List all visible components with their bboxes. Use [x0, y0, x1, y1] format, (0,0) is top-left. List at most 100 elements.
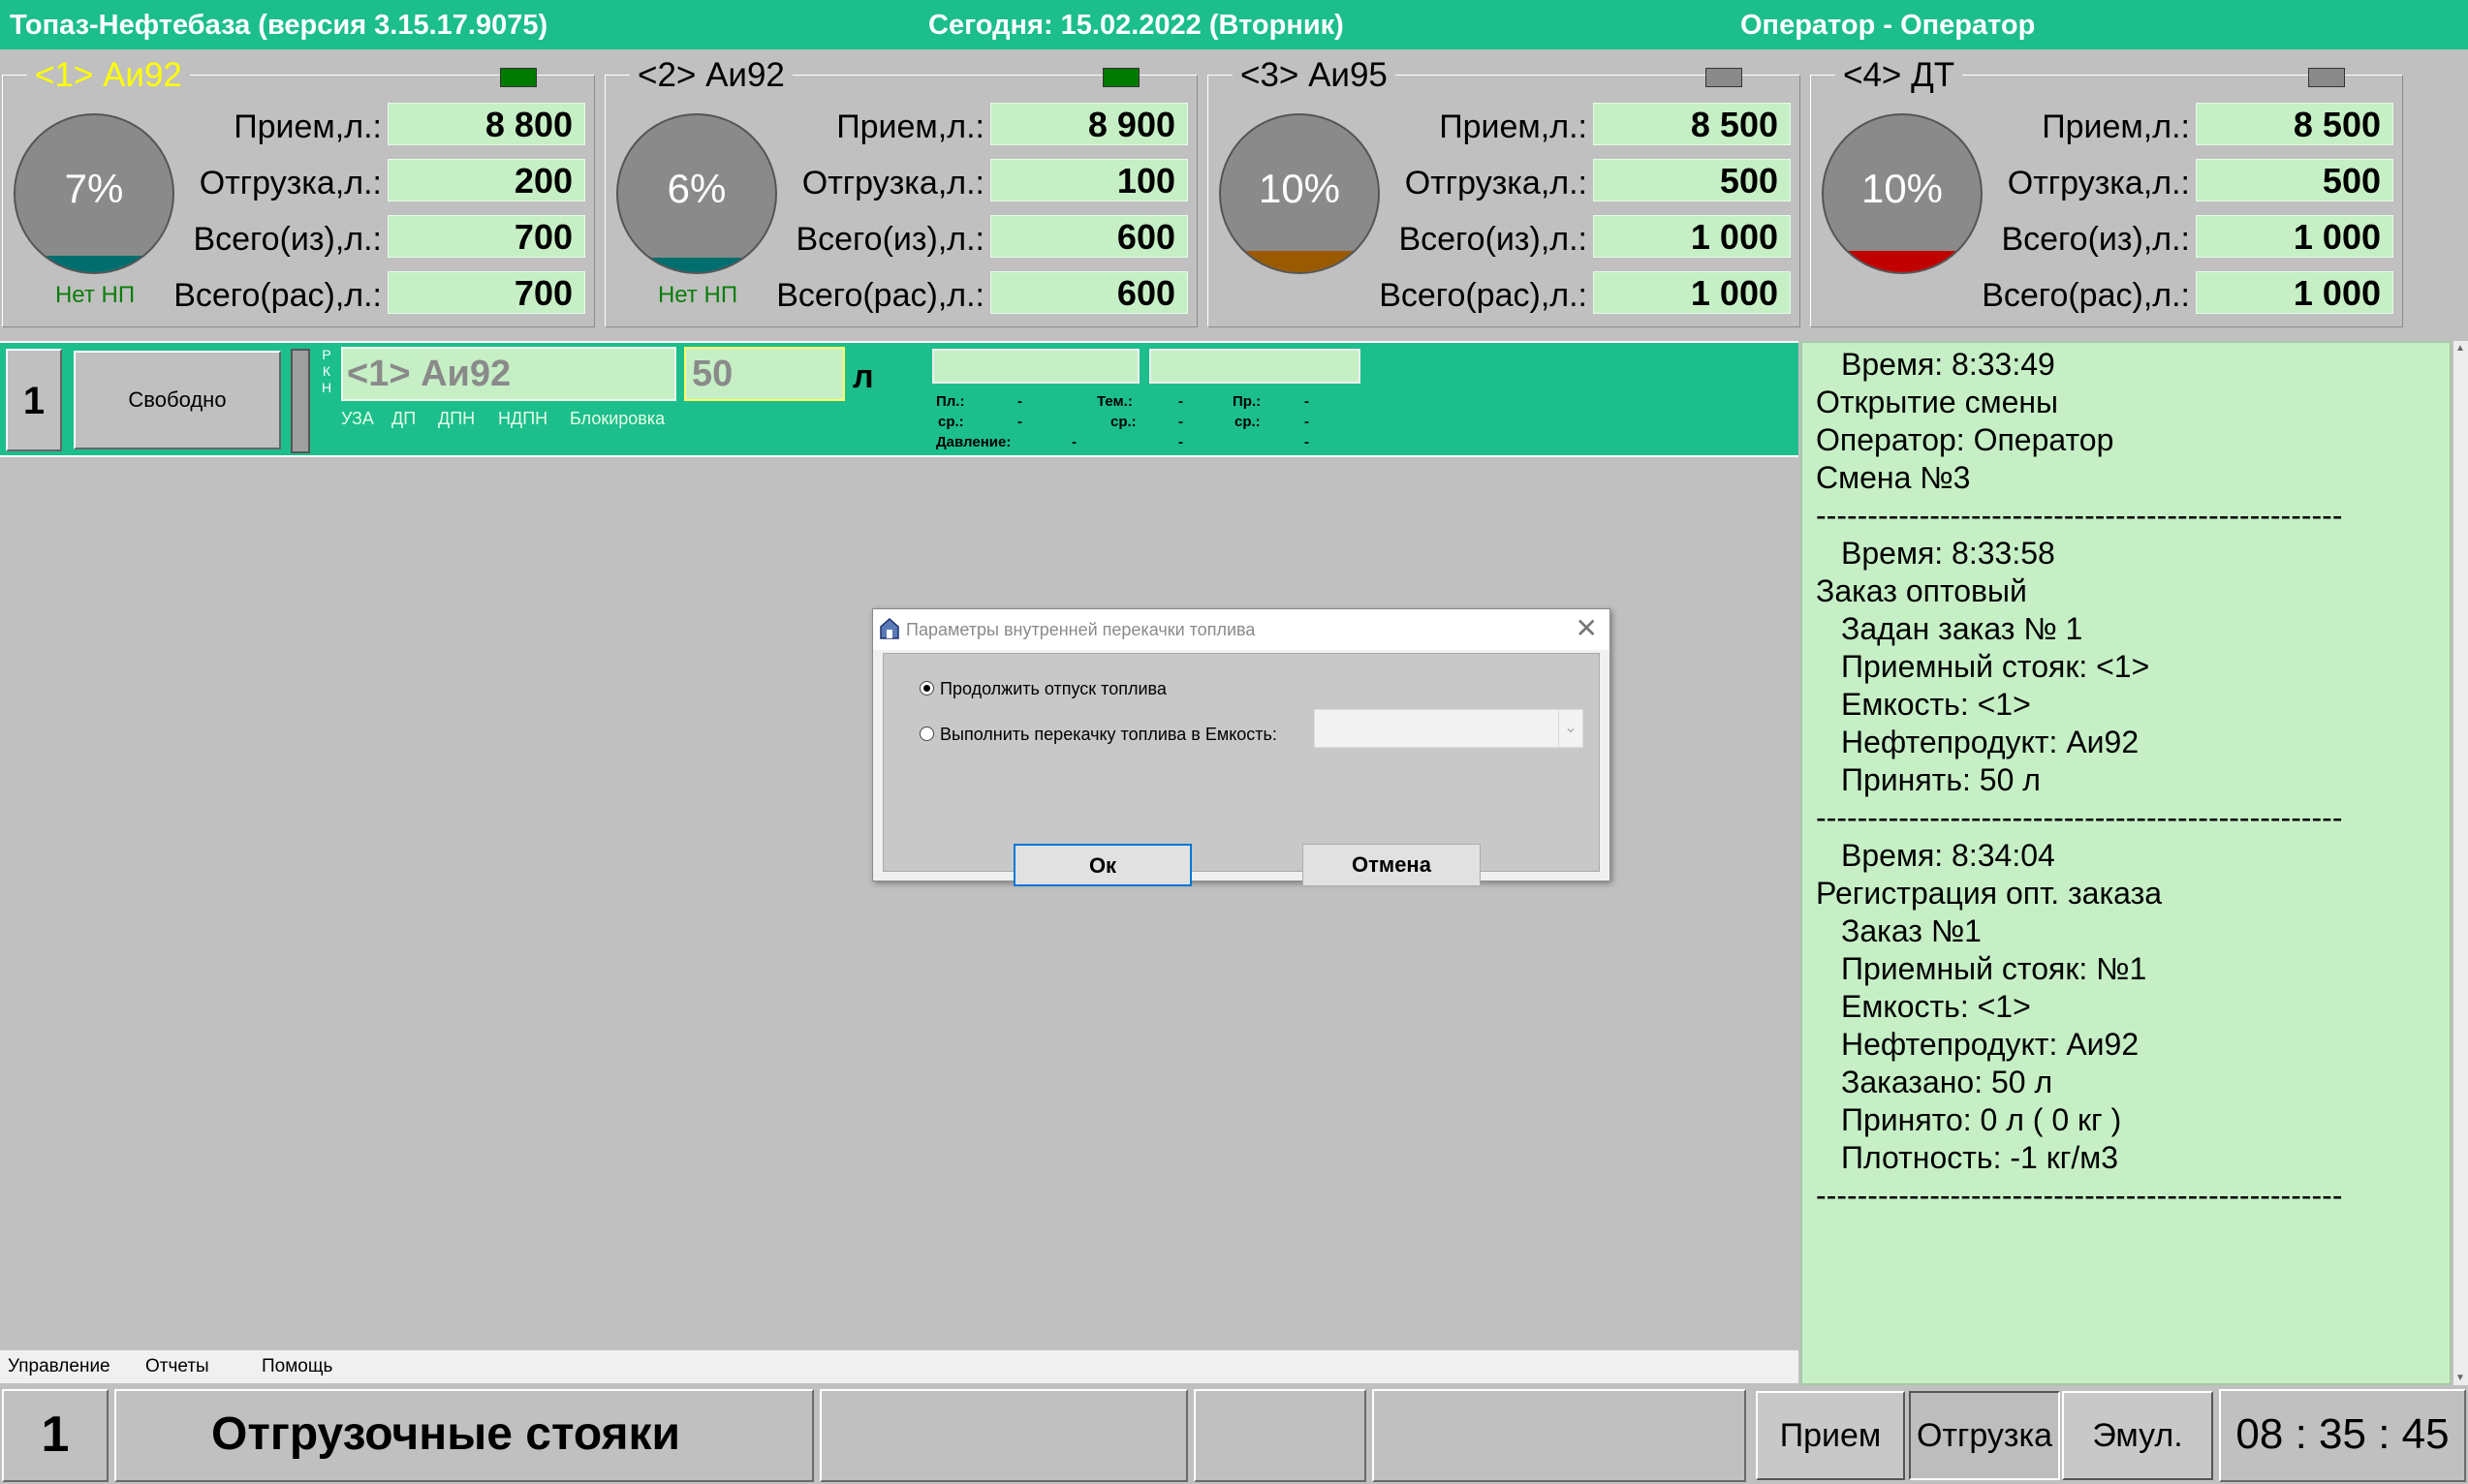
tank-row-ship: Отгрузка,л.: 500: [1353, 159, 1791, 203]
flag-uza: УЗА: [341, 409, 374, 428]
tank-value-total_in: 1 000: [1593, 215, 1791, 258]
close-icon[interactable]: ✕: [1576, 613, 1598, 644]
rkn-letter: К: [322, 363, 331, 379]
scroll-up-icon[interactable]: ▲: [2455, 343, 2465, 354]
param-pl-value: -: [1017, 393, 1022, 410]
tank-label-total_out: Всего(рас),л.:: [1982, 277, 2190, 314]
tank-label-total_in: Всего(из),л.:: [193, 221, 382, 258]
param-pressure-value-1: -: [1072, 434, 1077, 450]
tank-status-led: [1705, 68, 1742, 87]
tank-row-total_out: Всего(рас),л.: 1 000: [1353, 271, 1791, 316]
loading-post-row[interactable]: 1 Свободно Р К Н <1> Аи92 50 л УЗА ДП ДП…: [0, 341, 1798, 457]
tank-value-total_in: 600: [990, 215, 1188, 258]
tank-panel-1[interactable]: <1> Аи92 7% Нет НП Прием,л.: 8 800 Отгру…: [2, 56, 597, 329]
tank-value-ship: 200: [388, 159, 585, 201]
tank-level-fill: [618, 258, 775, 272]
post-info-box-1: [932, 349, 1140, 384]
menu-item-help[interactable]: Помощь: [262, 1356, 332, 1377]
flag-dp: ДП: [391, 409, 417, 428]
transfer-radio[interactable]: [920, 727, 934, 741]
log-line: Емкость: <1>: [1841, 989, 2031, 1024]
title-bar: Топаз-Нефтебаза (версия 3.15.17.9075) Се…: [0, 0, 2468, 49]
tank-row-receive: Прием,л.: 8 900: [750, 103, 1188, 147]
tank-value-total_in: 700: [388, 215, 585, 258]
chevron-down-icon[interactable]: ⌄: [1558, 710, 1582, 747]
log-line: Заказано: 50 л: [1841, 1065, 2053, 1099]
ship-button[interactable]: Отгрузка: [1909, 1391, 2060, 1480]
bottom-empty-cell-3: [1372, 1389, 1746, 1482]
tank-label-ship: Отгрузка,л.:: [199, 165, 382, 201]
bottom-empty-cell-2: [1194, 1389, 1366, 1482]
post-dose-field[interactable]: 50: [684, 347, 845, 401]
log-scrollbar[interactable]: ▲ ▼: [2453, 341, 2468, 1385]
tank-row-total_in: Всего(из),л.: 700: [147, 215, 585, 260]
tank-label-receive: Прием,л.:: [2042, 108, 2190, 145]
clock: 08 : 35 : 45: [2219, 1389, 2466, 1482]
continue-radio[interactable]: [920, 681, 934, 696]
post-state-button[interactable]: Свободно: [74, 351, 281, 449]
param-sr-value-2: -: [1178, 414, 1183, 430]
tank-value-receive: 8 900: [990, 103, 1188, 145]
dialog-title-bar[interactable]: Параметры внутренней перекачки топлива ✕: [873, 609, 1609, 650]
flag-dpn: ДПН: [438, 409, 476, 428]
log-line: Принять: 50 л: [1841, 762, 2041, 797]
scroll-down-icon[interactable]: ▼: [2455, 1373, 2465, 1383]
tank-row-total_out: Всего(рас),л.: 600: [750, 271, 1188, 316]
tank-value-ship: 500: [1593, 159, 1791, 201]
param-pressure-value-3: -: [1304, 434, 1309, 450]
tank-status-led: [1103, 68, 1140, 87]
tank-label-total_out: Всего(рас),л.:: [1379, 277, 1587, 314]
tank-value-ship: 100: [990, 159, 1188, 201]
tank-status-led: [500, 68, 537, 87]
flag-ndpn: НДПН: [498, 409, 548, 428]
tank-row-ship: Отгрузка,л.: 500: [1955, 159, 2393, 203]
tank-panel-3[interactable]: <3> Аи95 10% Прием,л.: 8 500 Отгрузка,л.…: [1207, 56, 1802, 329]
bottom-empty-cell-1: [820, 1389, 1188, 1482]
log-line: Емкость: <1>: [1841, 687, 2031, 722]
log-line: Оператор: Оператор: [1816, 422, 2114, 457]
post-product-field[interactable]: <1> Аи92: [341, 347, 676, 401]
receive-button[interactable]: Прием: [1756, 1391, 1905, 1480]
transfer-option-label[interactable]: Выполнить перекачку топлива в Емкость:: [940, 725, 1277, 745]
tank-title: <2> Аи92: [630, 56, 793, 95]
log-line: Регистрация опт. заказа: [1816, 876, 2163, 911]
tank-label-ship: Отгрузка,л.:: [1404, 165, 1587, 201]
param-sr-label-1: ср.:: [938, 414, 964, 430]
tank-select[interactable]: ⌄: [1314, 709, 1583, 748]
tank-panel-2[interactable]: <2> Аи92 6% Нет НП Прием,л.: 8 900 Отгру…: [605, 56, 1200, 329]
tank-row-receive: Прием,л.: 8 800: [147, 103, 585, 147]
event-log-panel[interactable]: Время: 8:33:49 Открытие смены Оператор: Оп…: [1800, 341, 2452, 1385]
menu-bar: Управление Отчеты Помощь: [0, 1350, 1798, 1383]
tank-label-receive: Прием,л.:: [836, 108, 984, 145]
rkn-letter: Р: [322, 347, 331, 362]
menu-item-control[interactable]: Управление: [8, 1356, 110, 1377]
menu-item-reports[interactable]: Отчеты: [145, 1356, 209, 1377]
transfer-params-dialog[interactable]: Параметры внутренней перекачки топлива ✕…: [872, 608, 1610, 886]
tank-label-receive: Прием,л.:: [234, 108, 382, 145]
emulation-button[interactable]: Эмул.: [2062, 1391, 2213, 1480]
tank-row-receive: Прием,л.: 8 500: [1353, 103, 1791, 147]
param-pressure-value-2: -: [1178, 434, 1183, 450]
continue-option-label[interactable]: Продолжить отпуск топлива: [940, 679, 1167, 699]
log-line: Задан заказ № 1: [1841, 611, 2083, 646]
tank-title: <3> Аи95: [1233, 56, 1395, 95]
tank-row-total_out: Всего(рас),л.: 700: [147, 271, 585, 316]
log-line: ----------------------------------------…: [1816, 1178, 2343, 1213]
tank-label-total_in: Всего(из),л.:: [2001, 221, 2190, 258]
tank-row-total_in: Всего(из),л.: 1 000: [1955, 215, 2393, 260]
param-tem-value: -: [1178, 393, 1183, 410]
tank-panel-4[interactable]: <4> ДТ 10% Прием,л.: 8 500 Отгрузка,л.: …: [1810, 56, 2405, 329]
log-line: Нефтепродукт: Аи92: [1841, 1027, 2140, 1062]
tank-label-total_out: Всего(рас),л.:: [173, 277, 382, 314]
operator-name: Оператор - Оператор: [1740, 10, 2036, 41]
tank-label-ship: Отгрузка,л.:: [2007, 165, 2190, 201]
ok-button[interactable]: Ок: [1014, 844, 1192, 886]
log-line: Плотность: -1 кг/м3: [1841, 1140, 2119, 1175]
post-number[interactable]: 1: [6, 349, 62, 451]
param-tem-label: Тем.:: [1097, 393, 1133, 410]
bottom-bar: 1 Отгрузочные стояки Прием Отгрузка Эмул…: [0, 1385, 2468, 1484]
tank-label-total_out: Всего(рас),л.:: [776, 277, 984, 314]
log-line: Время: 8:33:49: [1841, 347, 2055, 382]
cancel-button[interactable]: Отмена: [1302, 844, 1481, 886]
dose-unit: л: [853, 358, 874, 395]
